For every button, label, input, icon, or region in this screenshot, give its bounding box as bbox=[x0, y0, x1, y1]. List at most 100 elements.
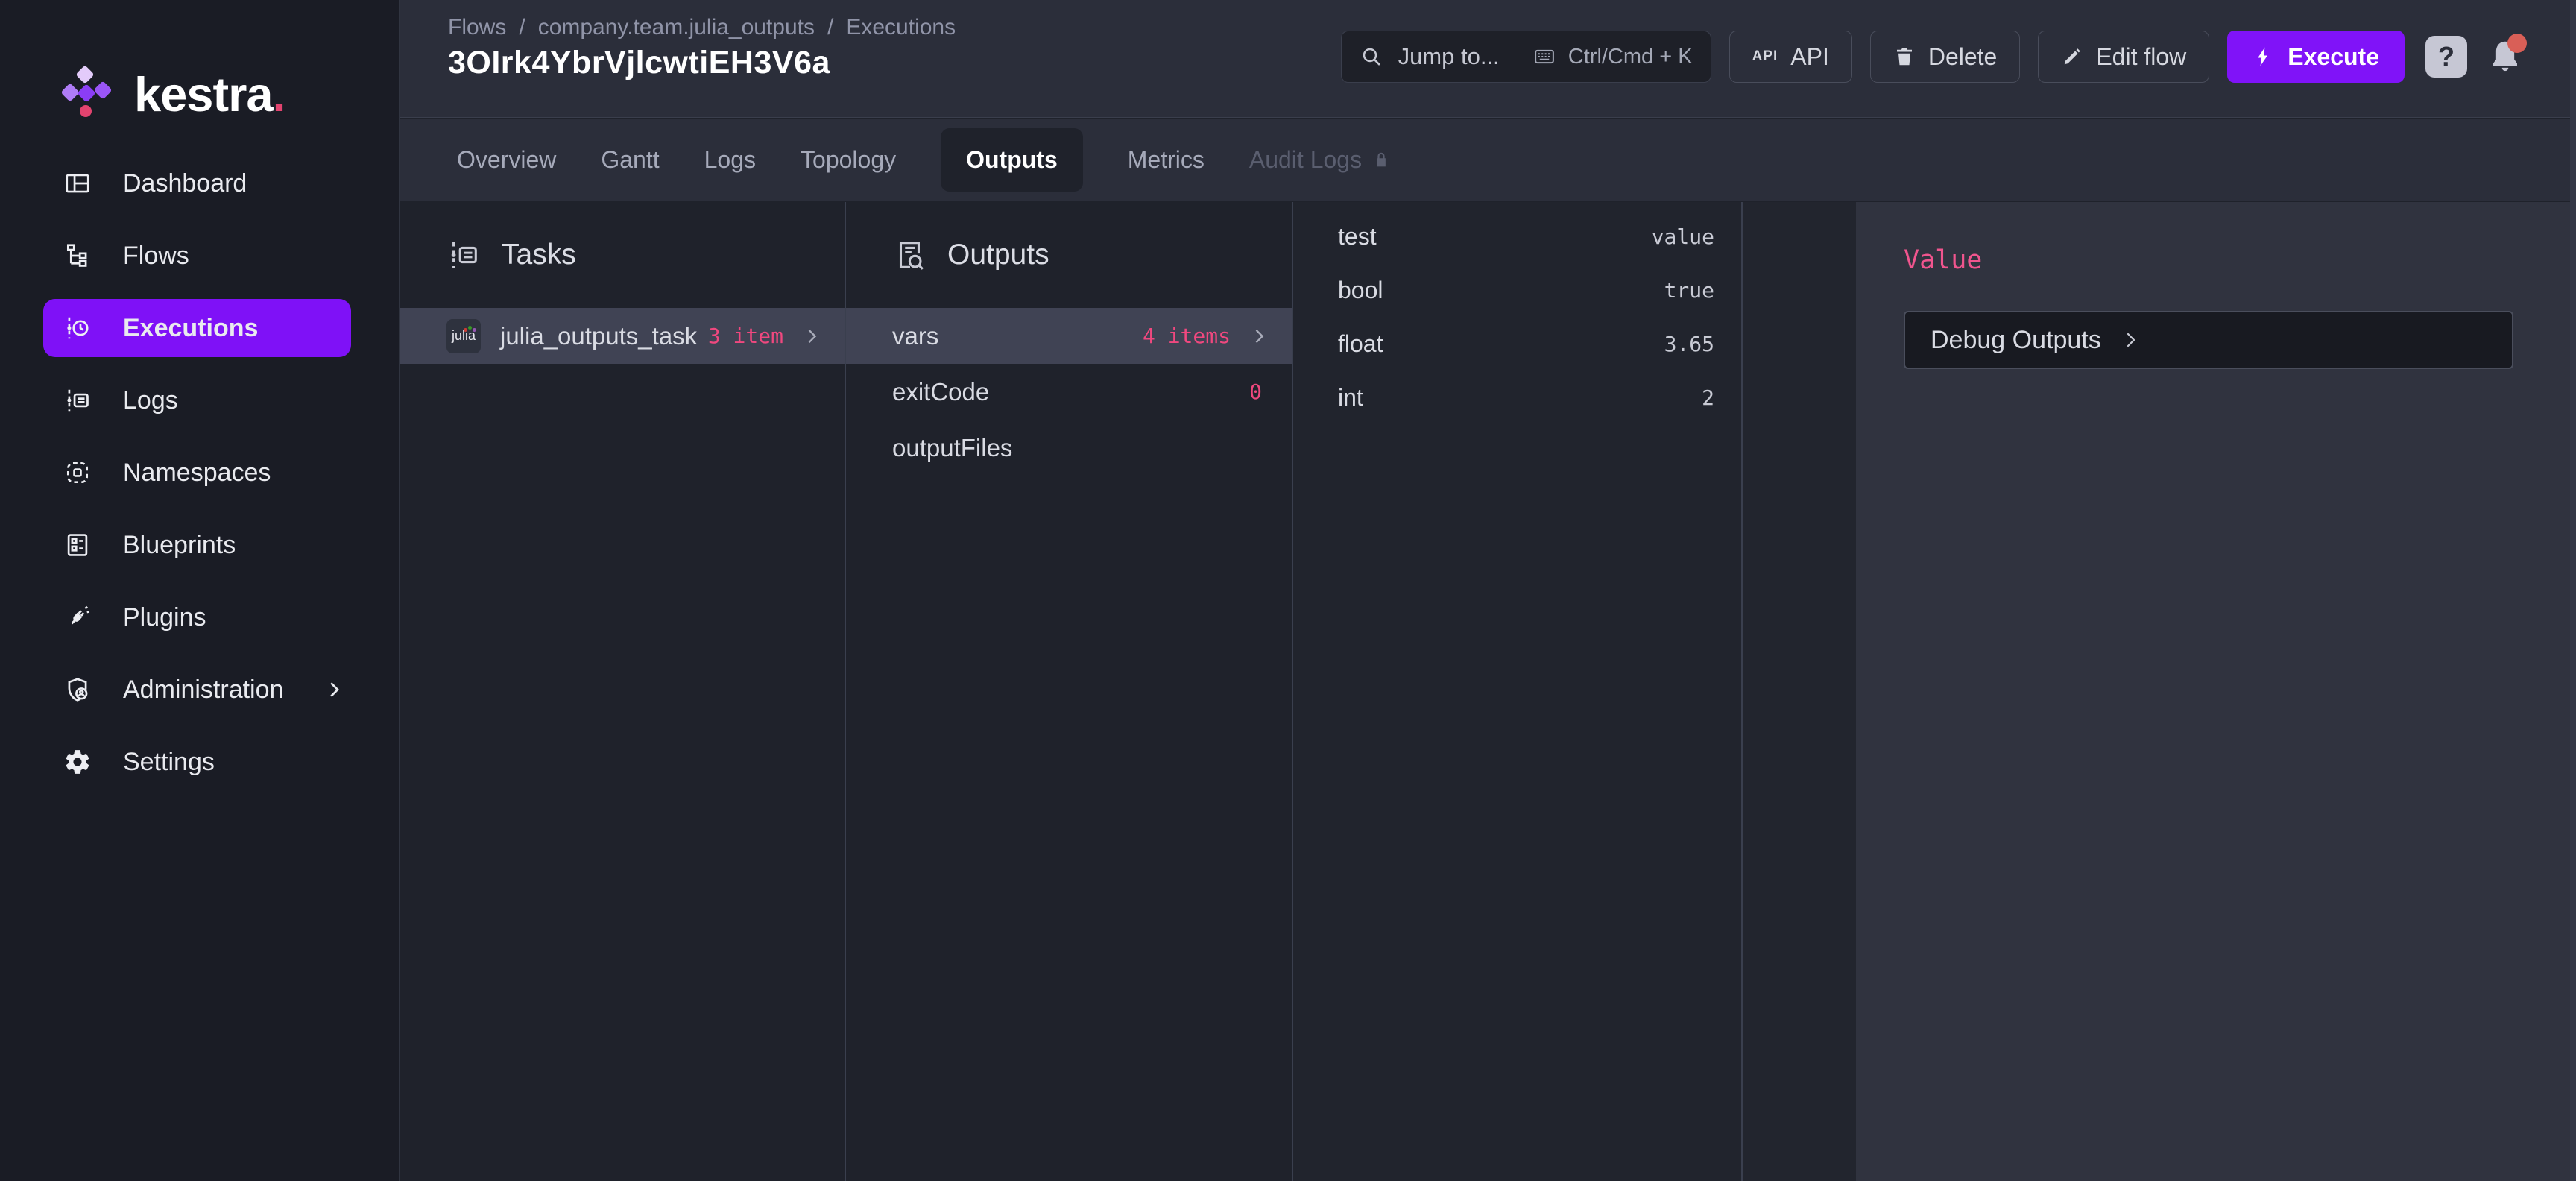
sidebar-item-logs[interactable]: Logs bbox=[0, 371, 399, 429]
administration-icon bbox=[63, 675, 92, 704]
output-label: vars bbox=[892, 322, 938, 350]
var-value: true bbox=[1664, 278, 1714, 303]
sidebar-item-namespaces[interactable]: Namespaces bbox=[0, 444, 399, 502]
breadcrumb-separator: / bbox=[519, 15, 525, 40]
output-row-outputfiles[interactable]: outputFiles bbox=[846, 420, 1292, 476]
execute-button[interactable]: Execute bbox=[2227, 31, 2405, 83]
delete-button[interactable]: Delete bbox=[1870, 31, 2021, 83]
lock-icon bbox=[1371, 149, 1392, 170]
var-row-bool[interactable]: bool true bbox=[1293, 263, 1741, 317]
var-value: 2 bbox=[1702, 385, 1714, 410]
executions-icon bbox=[63, 314, 92, 342]
tab-gantt[interactable]: Gantt bbox=[601, 146, 659, 174]
notification-dot bbox=[2507, 34, 2527, 53]
chevron-right-icon bbox=[1248, 326, 1269, 347]
tab-topology[interactable]: Topology bbox=[801, 146, 896, 174]
var-row-test[interactable]: test value bbox=[1293, 210, 1741, 263]
jump-to-search[interactable]: Jump to... Ctrl/Cmd + K bbox=[1341, 31, 1711, 83]
breadcrumb-executions[interactable]: Executions bbox=[846, 15, 956, 40]
chevron-right-icon bbox=[801, 326, 822, 347]
tab-logs[interactable]: Logs bbox=[704, 146, 756, 174]
sidebar-item-label: Logs bbox=[123, 386, 178, 415]
kestra-logo[interactable]: kestra. bbox=[60, 64, 285, 124]
flows-icon bbox=[63, 242, 92, 270]
tab-audit-logs-label: Audit Logs bbox=[1249, 146, 1362, 174]
sidebar-item-label: Settings bbox=[123, 748, 215, 777]
notifications-button[interactable] bbox=[2485, 35, 2525, 78]
output-label: outputFiles bbox=[892, 434, 1012, 462]
sidebar: kestra. Dashboard Flows Executions bbox=[0, 0, 400, 1181]
output-row-exitcode[interactable]: exitCode 0 bbox=[846, 364, 1292, 420]
pencil-icon bbox=[2061, 45, 2083, 68]
dashboard-icon bbox=[63, 169, 92, 198]
sidebar-item-label: Plugins bbox=[123, 603, 206, 632]
logo-text: kestra. bbox=[134, 66, 285, 122]
debug-outputs-expander[interactable]: Debug Outputs bbox=[1904, 311, 2513, 369]
vars-items-count: 4 items bbox=[1143, 324, 1231, 348]
sidebar-item-executions[interactable]: Executions bbox=[43, 299, 351, 357]
var-key: bool bbox=[1338, 277, 1383, 304]
api-icon: API bbox=[1752, 48, 1778, 65]
settings-icon bbox=[63, 748, 92, 776]
sidebar-item-blueprints[interactable]: Blueprints bbox=[0, 516, 399, 574]
execute-button-label: Execute bbox=[2288, 43, 2379, 71]
breadcrumb-separator: / bbox=[827, 15, 833, 40]
edit-flow-button-label: Edit flow bbox=[2096, 43, 2186, 71]
outputs-panel: Outputs vars 4 items exitCode 0 outputFi… bbox=[845, 202, 1292, 1181]
kestra-logo-icon bbox=[60, 64, 118, 124]
sidebar-item-label: Administration bbox=[123, 675, 283, 705]
sidebar-item-label: Dashboard bbox=[123, 169, 247, 198]
breadcrumb-flows[interactable]: Flows bbox=[448, 15, 506, 40]
edit-flow-button[interactable]: Edit flow bbox=[2038, 31, 2209, 83]
execution-tabs: Overview Gantt Logs Topology Outputs Met… bbox=[400, 119, 2570, 201]
tasks-panel: Tasks julia julia_outputs_task 3 item bbox=[400, 202, 845, 1181]
var-row-float[interactable]: float 3.65 bbox=[1293, 317, 1741, 371]
output-row-vars[interactable]: vars 4 items bbox=[846, 308, 1292, 364]
sidebar-item-dashboard[interactable]: Dashboard bbox=[0, 154, 399, 212]
sidebar-item-label: Flows bbox=[123, 242, 189, 271]
tab-metrics[interactable]: Metrics bbox=[1128, 146, 1205, 174]
var-row-int[interactable]: int 2 bbox=[1293, 371, 1741, 424]
output-label: exitCode bbox=[892, 378, 989, 406]
tab-outputs[interactable]: Outputs bbox=[941, 128, 1083, 192]
logs-icon bbox=[63, 386, 92, 415]
vertical-scrollbar[interactable] bbox=[2570, 0, 2576, 1181]
tasks-list-icon bbox=[446, 238, 481, 272]
sidebar-item-label: Executions bbox=[123, 314, 258, 343]
tab-overview[interactable]: Overview bbox=[457, 146, 556, 174]
task-label: julia_outputs_task bbox=[500, 322, 697, 350]
page-title: 3OIrk4YbrVjlcwtiEH3V6a bbox=[448, 45, 830, 81]
sidebar-item-label: Blueprints bbox=[123, 531, 236, 560]
task-items-count: 3 item bbox=[708, 324, 783, 348]
tab-audit-logs[interactable]: Audit Logs bbox=[1249, 146, 1392, 174]
outputs-panel-header: Outputs bbox=[846, 202, 1292, 308]
sidebar-item-administration[interactable]: Administration bbox=[0, 661, 399, 719]
delete-button-label: Delete bbox=[1928, 43, 1998, 71]
vars-detail-panel: test value bool true float 3.65 int 2 bbox=[1292, 202, 1741, 1181]
help-button[interactable]: ? bbox=[2425, 36, 2467, 78]
task-row-julia-outputs-task[interactable]: julia julia_outputs_task 3 item bbox=[400, 308, 845, 364]
api-button[interactable]: API API bbox=[1729, 31, 1852, 83]
value-panel: Value Debug Outputs bbox=[1856, 202, 2570, 1181]
tasks-panel-title: Tasks bbox=[502, 239, 576, 271]
var-key: int bbox=[1338, 384, 1363, 412]
search-placeholder: Jump to... bbox=[1398, 43, 1500, 70]
shortcut-label: Ctrl/Cmd + K bbox=[1568, 45, 1693, 69]
blueprints-icon bbox=[63, 531, 92, 559]
chevron-right-icon bbox=[323, 678, 345, 701]
topbar-actions: Jump to... Ctrl/Cmd + K API API Delete bbox=[1341, 31, 2525, 83]
keyboard-icon bbox=[1531, 45, 1558, 68]
sidebar-item-plugins[interactable]: Plugins bbox=[0, 588, 399, 646]
sidebar-item-settings[interactable]: Settings bbox=[0, 733, 399, 791]
outputs-panel-title: Outputs bbox=[947, 239, 1049, 271]
breadcrumb-namespace[interactable]: company.team.julia_outputs bbox=[538, 15, 815, 40]
api-button-label: API bbox=[1790, 43, 1829, 71]
search-icon bbox=[1360, 45, 1383, 69]
exitcode-value: 0 bbox=[1249, 380, 1262, 404]
topbar: Flows / company.team.julia_outputs / Exe… bbox=[400, 0, 2570, 118]
sidebar-item-flows[interactable]: Flows bbox=[0, 227, 399, 285]
search-shortcut: Ctrl/Cmd + K bbox=[1531, 45, 1693, 69]
julia-logo-icon: julia bbox=[446, 319, 481, 353]
value-panel-title: Value bbox=[1904, 245, 1982, 275]
var-key: test bbox=[1338, 223, 1377, 251]
